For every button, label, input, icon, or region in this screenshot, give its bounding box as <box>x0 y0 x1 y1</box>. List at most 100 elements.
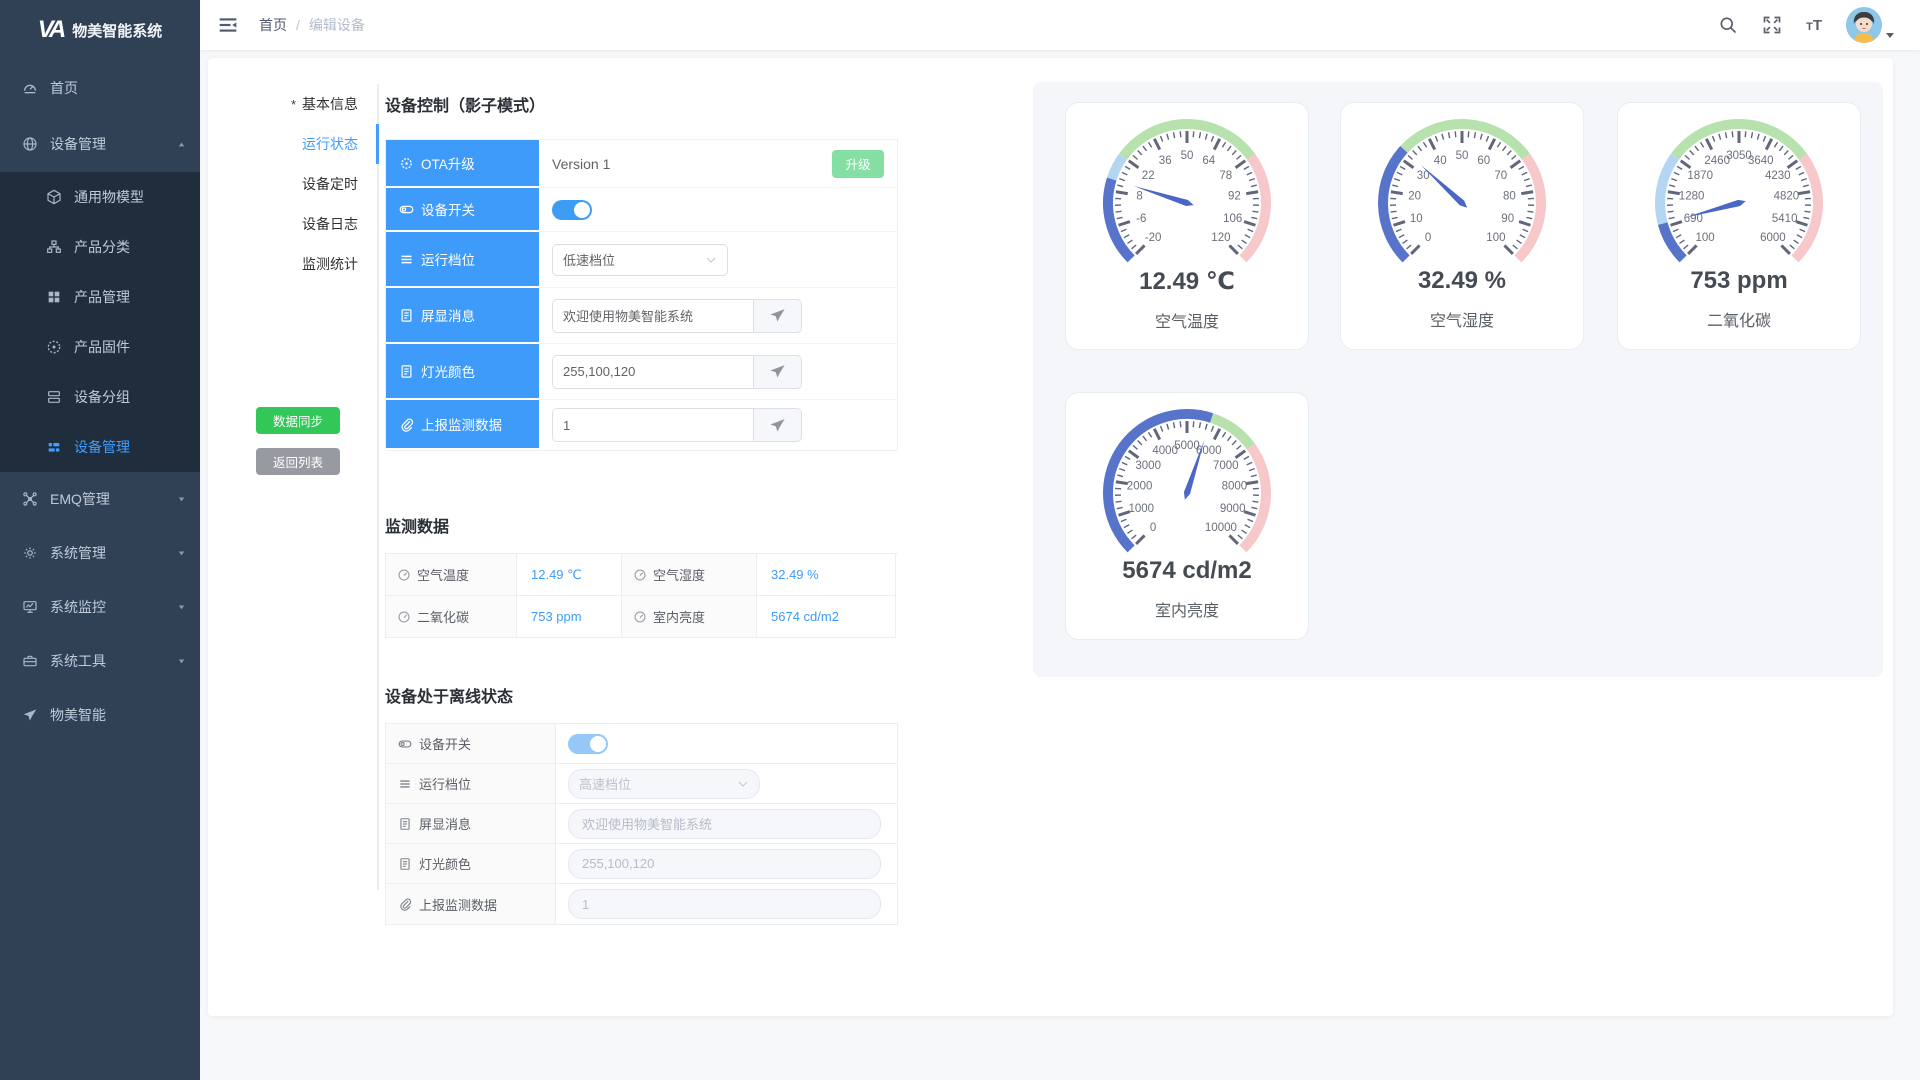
sidebar-item-product-category[interactable]: 产品分类 <box>0 222 200 272</box>
chevron-up-icon: ▴ <box>179 140 185 149</box>
edit-device-card: * 基本信息 运行状态 设备定时 设备日志 监测统计 数据同步 返回列表 设备控… <box>208 58 1893 1016</box>
offline-switch-label: 设备开关 <box>386 724 556 763</box>
field-label: 运行档位 <box>421 249 475 269</box>
gauge-card-co2: 1006901280187024603050364042304820541060… <box>1617 102 1861 350</box>
tab-basic-info[interactable]: * 基本信息 <box>208 84 376 124</box>
sidebar-item-product-management[interactable]: 产品管理 <box>0 272 200 322</box>
svg-text:50: 50 <box>1456 150 1469 162</box>
light-color-input[interactable]: 255,100,120 <box>553 356 753 388</box>
sidebar-item-emq-management[interactable]: EMQ管理 ▾ <box>0 472 200 526</box>
offline-status-title: 设备处于离线状态 <box>385 683 898 707</box>
svg-text:3000: 3000 <box>1135 460 1161 472</box>
form-row-light-color: 灯光颜色 255,100,120 <box>386 344 897 400</box>
svg-text:120: 120 <box>1211 232 1230 244</box>
svg-text:100: 100 <box>1696 232 1715 244</box>
sidebar-item-label: 通用物模型 <box>74 187 144 207</box>
sidebar-item-label: 系统监控 <box>50 597 106 617</box>
monitor-value-air-humidity: 32.49 % <box>757 554 896 596</box>
app-root: VA 物美智能系统 首页 设备管理 ▴ 通用物模型 产品分类 产品管理 <box>0 0 1920 1080</box>
chevron-down-icon: ▾ <box>179 495 185 504</box>
switch-icon <box>399 202 414 217</box>
top-header: 首页 / 编辑设备 TT <box>200 0 1920 50</box>
sidebar-item-wumei-smart[interactable]: 物美智能 <box>0 688 200 742</box>
sidebar-item-device-management-group[interactable]: 设备管理 ▴ <box>0 116 200 172</box>
svg-text:100: 100 <box>1486 232 1505 244</box>
ota-label-cell: OTA升级 <box>386 140 539 188</box>
document-icon <box>398 817 412 831</box>
field-label: 灯光颜色 <box>421 361 475 381</box>
gauge-needle <box>1421 165 1467 208</box>
monitor-data-table: 空气温度 12.49 ℃ 空气湿度 32.49 % 二氧化碳 753 ppm 室… <box>385 553 898 638</box>
fullscreen-icon[interactable] <box>1762 15 1782 35</box>
sidebar-item-system-monitoring[interactable]: 系统监控 ▾ <box>0 580 200 634</box>
offline-light-color-cell: 255,100,120 <box>556 844 897 883</box>
report-data-input[interactable]: 1 <box>553 409 753 441</box>
monitor-icon <box>22 599 38 615</box>
gauge-chart-air-humidity: 0102030405060708090100 <box>1352 115 1572 265</box>
firmware-version: Version 1 <box>552 156 610 172</box>
form-row-screen-message: 屏显消息 欢迎使用物美智能系统 <box>386 288 897 344</box>
user-menu[interactable] <box>1846 7 1894 43</box>
sidebar-item-system-management[interactable]: 系统管理 ▾ <box>0 526 200 580</box>
sidebar-item-thing-model[interactable]: 通用物模型 <box>0 172 200 222</box>
gauge-label: 空气湿度 <box>1430 307 1494 331</box>
gauge-icon <box>397 568 411 582</box>
search-icon[interactable] <box>1718 15 1738 35</box>
cube-icon <box>46 189 62 205</box>
svg-text:60: 60 <box>1477 155 1490 167</box>
field-label: OTA升级 <box>421 153 475 173</box>
sidebar-item-device-management[interactable]: 设备管理 <box>0 422 200 472</box>
light-color-label-cell: 灯光颜色 <box>386 344 539 400</box>
sidebar-item-device-group[interactable]: 设备分组 <box>0 372 200 422</box>
device-power-toggle[interactable] <box>552 200 592 220</box>
monitor-data-title: 监测数据 <box>385 513 898 537</box>
sidebar-item-system-tools[interactable]: 系统工具 ▾ <box>0 634 200 688</box>
sidebar-item-label: 产品分类 <box>74 237 130 257</box>
shadow-panel-title: 设备控制（影子模式） <box>385 92 898 116</box>
send-screen-message-button[interactable] <box>753 300 801 332</box>
svg-text:10000: 10000 <box>1205 522 1237 534</box>
avatar[interactable] <box>1846 7 1882 43</box>
offline-row-gear-level: 运行档位 高速档位 <box>386 764 897 804</box>
app-logo[interactable]: VA 物美智能系统 <box>0 0 200 60</box>
svg-text:1000: 1000 <box>1129 503 1155 515</box>
sitemap-icon <box>46 239 62 255</box>
tab-running-status[interactable]: 运行状态 <box>208 124 376 164</box>
levels-icon <box>399 252 414 267</box>
gear-level-select[interactable]: 低速档位 <box>552 244 728 276</box>
send-light-color-button[interactable] <box>753 356 801 388</box>
gear-value-cell: 低速档位 <box>539 232 897 288</box>
data-sync-button[interactable]: 数据同步 <box>256 407 340 434</box>
chevron-down-icon <box>705 254 717 266</box>
switch-value-cell <box>539 188 897 232</box>
breadcrumb-home[interactable]: 首页 <box>259 15 287 35</box>
tab-label: 设备定时 <box>302 174 358 194</box>
font-size-icon[interactable]: TT <box>1806 17 1822 34</box>
gauge-label: 二氧化碳 <box>1707 307 1771 331</box>
gauges-panel: -20-68223650647892106120 12.49 ℃ 空气温度 01… <box>1033 82 1883 677</box>
svg-text:92: 92 <box>1228 191 1241 203</box>
collapse-sidebar-icon[interactable] <box>217 15 239 35</box>
chevron-down-icon: ▾ <box>179 603 185 612</box>
svg-text:90: 90 <box>1501 213 1514 225</box>
bars-icon <box>46 439 62 455</box>
offline-power-toggle <box>568 734 608 754</box>
offline-report-data-input: 1 <box>568 889 881 919</box>
send-icon <box>769 363 786 380</box>
gauge-card-brightness: 0100020003000400050006000700080009000100… <box>1065 392 1309 640</box>
chevron-down-icon <box>1886 33 1894 38</box>
sidebar-item-product-firmware[interactable]: 产品固件 <box>0 322 200 372</box>
upgrade-button[interactable]: 升级 <box>832 150 884 178</box>
sidebar-item-label: EMQ管理 <box>50 489 110 509</box>
drone-icon <box>22 491 38 507</box>
screen-message-input[interactable]: 欢迎使用物美智能系统 <box>553 300 753 332</box>
light-color-input-group: 255,100,120 <box>552 355 802 389</box>
tab-device-timing[interactable]: 设备定时 <box>208 164 376 204</box>
tab-monitor-stats[interactable]: 监测统计 <box>208 244 376 284</box>
sidebar-item-home[interactable]: 首页 <box>0 60 200 116</box>
svg-text:0: 0 <box>1150 522 1156 534</box>
back-to-list-button[interactable]: 返回列表 <box>256 448 340 475</box>
tab-device-log[interactable]: 设备日志 <box>208 204 376 244</box>
send-report-data-button[interactable] <box>753 409 801 441</box>
gauge-label: 空气温度 <box>1155 308 1219 332</box>
